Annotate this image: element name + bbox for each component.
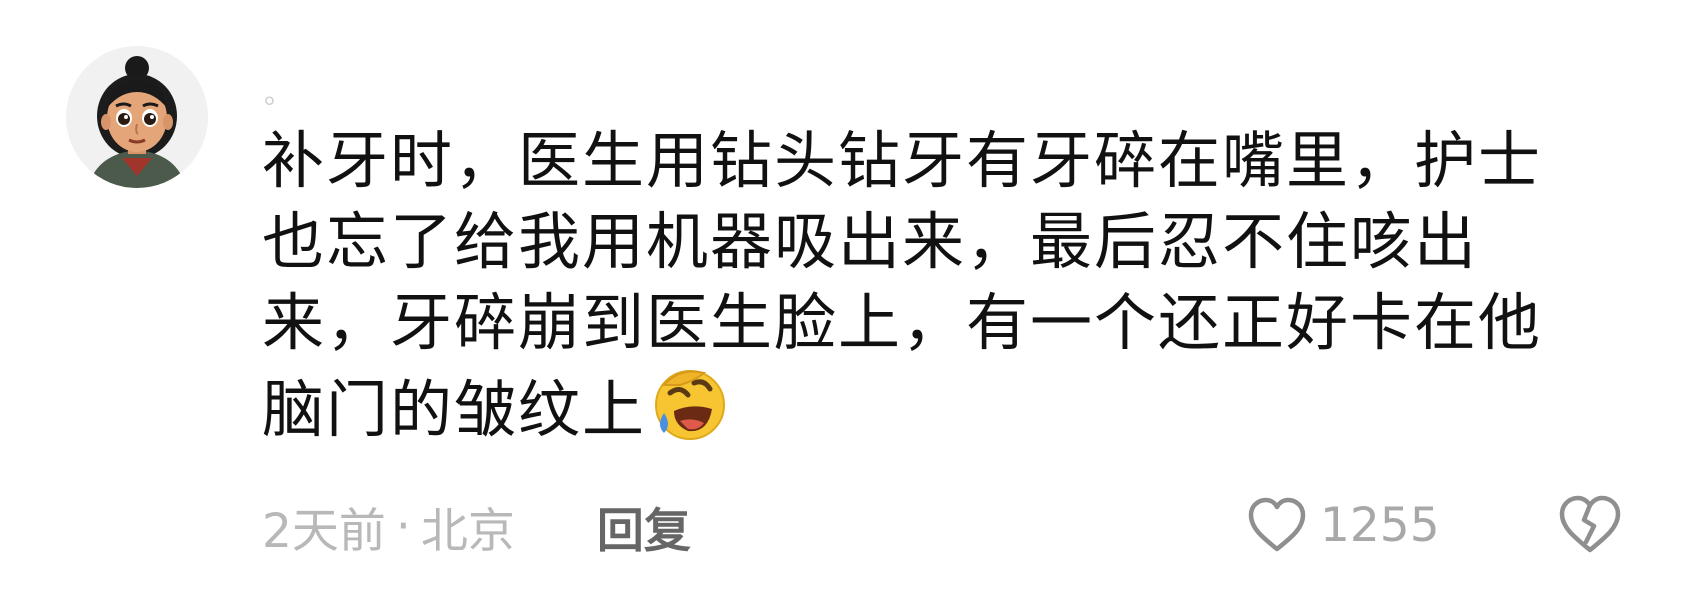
dislike-button[interactable] [1556, 494, 1624, 556]
comment-location: 北京 [420, 503, 515, 559]
heart-outline-icon [1248, 497, 1306, 552]
comment-text: 补牙时，医生用钻头钻牙有牙碎在嘴里，护士也忘了给我用机器吸出来，最后忍不住咳出来… [262, 124, 1543, 446]
like-button[interactable]: 1255 [1246, 492, 1440, 558]
reply-button[interactable]: 回复 [597, 492, 691, 561]
meta-separator: · [395, 498, 411, 554]
broken-heart-icon [1559, 495, 1621, 553]
comment-body: 补牙时，医生用钻头钻牙有牙碎在嘴里，护士也忘了给我用机器吸出来，最后忍不住咳出来… [262, 120, 1592, 450]
comment-item: 。 补牙时，医生用钻头钻牙有牙碎在嘴里，护士也忘了给我用机器吸出来，最后忍不住咳… [0, 0, 1702, 600]
cartoon-girl-avatar-icon [66, 46, 208, 188]
comment-time: 2天前 [262, 503, 386, 559]
like-count: 1255 [1320, 497, 1440, 553]
user-avatar[interactable] [66, 46, 208, 188]
comment-meta: 2天前 · 北京 回复 [262, 496, 691, 559]
rolling-laughing-emoji-icon [655, 370, 726, 440]
username[interactable]: 。 [264, 76, 292, 112]
